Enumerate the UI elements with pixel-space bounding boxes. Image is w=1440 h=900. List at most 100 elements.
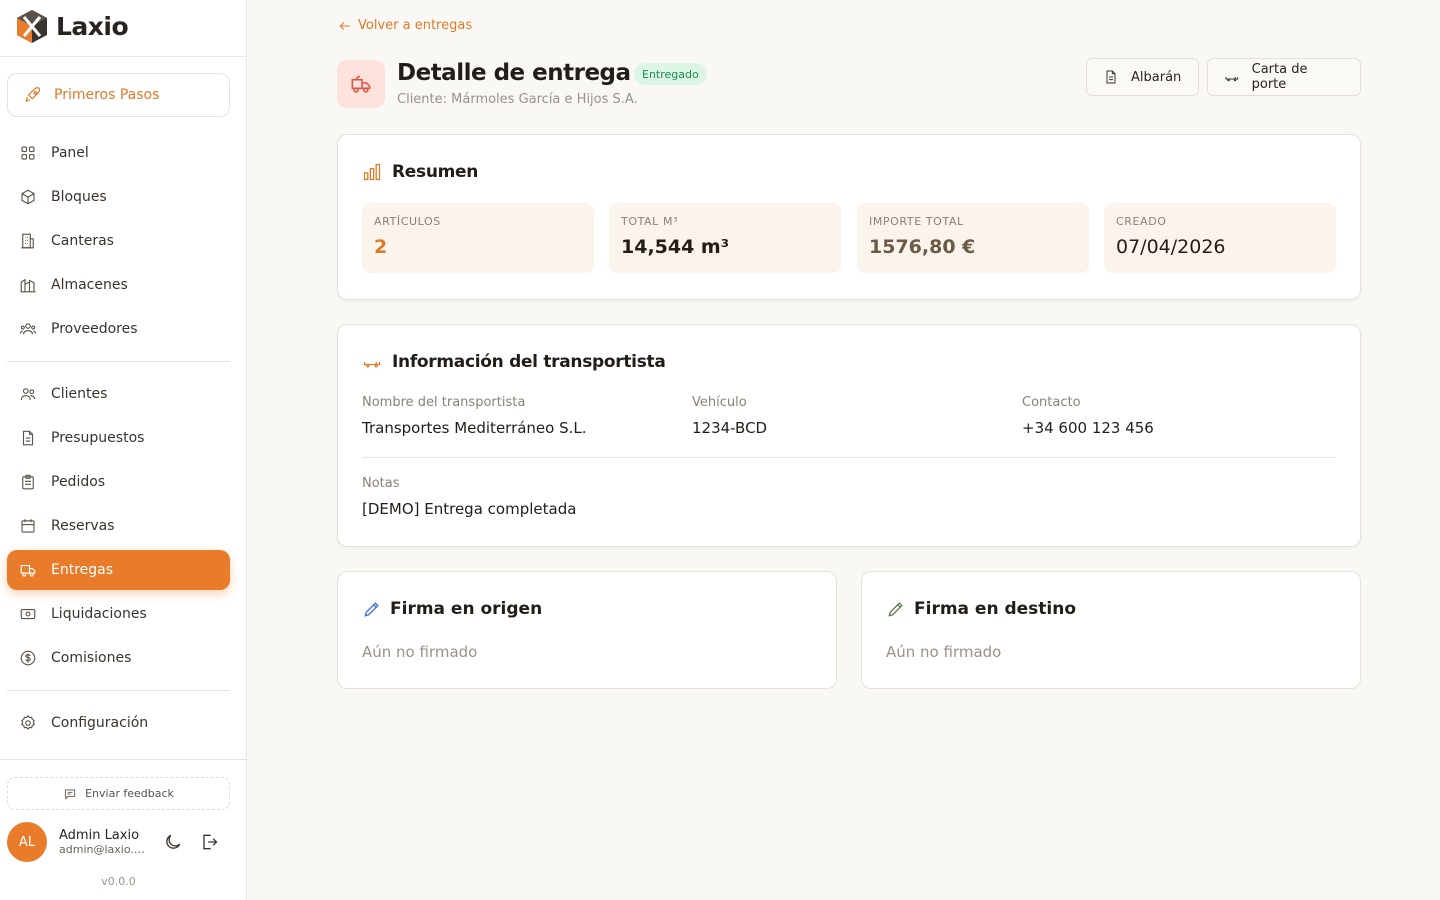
stat-creado: CREADO 07/04/2026 [1104,203,1336,273]
page-title: Detalle de entrega #1 [397,60,673,86]
firma-origen-status: Aún no firmado [362,643,478,661]
sidebar-item-label: Reservas [51,518,115,534]
notes-label: Notas [362,476,400,491]
moon-icon [166,834,181,849]
sidebar-item-label: Clientes [51,386,108,402]
stat-label: TOTAL M³ [621,215,679,228]
pencil-icon [888,602,903,617]
transportista-title-text: Información del transportista [392,352,666,372]
stat-importe-total: IMPORTE TOTAL 1576,80 € [857,203,1089,273]
arrow-left-icon [339,21,350,30]
box-icon [21,189,35,205]
truck-icon [351,75,371,93]
user-group-icon [20,388,36,401]
sidebar-item-label: Liquidaciones [51,606,147,622]
sidebar-item-label: Pedidos [51,474,106,490]
sidebar-item-presupuestos[interactable]: Presupuestos [7,418,230,458]
sidebar-item-almacenes[interactable]: Almacenes [7,265,230,305]
sidebar-item-label: Comisiones [51,650,132,666]
avatar[interactable]: AL [7,822,47,862]
transportista-card: Información del transportista Nombre del… [337,324,1361,547]
contact-label: Contacto [1022,395,1081,410]
sidebar-item-label: Canteras [51,233,114,249]
building-icon [21,233,34,249]
sidebar-item-comisiones[interactable]: Comisiones [7,638,230,678]
resumen-title: Resumen [362,162,478,182]
document-icon [22,430,34,446]
stat-value: 2 [374,236,388,258]
back-label: Volver a entregas [358,18,473,33]
firma-destino-title: Firma en destino [886,599,1076,619]
truck-icon [20,564,36,577]
status-badge: Entregado [634,63,707,85]
resumen-card: Resumen ARTÍCULOS 2 TOTAL M³ 14,544 m³ I… [337,134,1361,300]
carrier-name-value: Transportes Mediterráneo S.L. [362,419,587,437]
sidebar-item-clientes[interactable]: Clientes [7,374,230,414]
users-icon [19,323,37,335]
message-icon [65,788,76,800]
sidebar-item-liquidaciones[interactable]: Liquidaciones [7,594,230,634]
document-icon [1106,70,1116,84]
albaran-button[interactable]: Albarán [1086,58,1199,96]
delivery-header-icon [337,60,385,108]
firma-destino-card: Firma en destino Aún no firmado [861,571,1361,689]
back-link[interactable]: Volver a entregas [338,18,472,33]
user-name: Admin Laxio [59,828,140,843]
carta-porte-button[interactable]: Carta de porte [1207,58,1361,96]
notes-value: [DEMO] Entrega completada [362,500,577,518]
sidebar-item-label: Presupuestos [51,430,145,446]
sidebar-item-pedidos[interactable]: Pedidos [7,462,230,502]
sidebar-item-canteras[interactable]: Canteras [7,221,230,261]
firma-destino-status: Aún no firmado [886,643,1002,661]
clipboard-icon [22,474,34,490]
stat-value: 07/04/2026 [1116,236,1226,258]
warehouse-icon [20,278,36,293]
theme-toggle-button[interactable] [159,828,187,856]
sidebar-item-bloques[interactable]: Bloques [7,177,230,217]
logo[interactable]: Laxio [14,6,129,46]
stat-value: 14,544 m³ [621,236,730,258]
divider [0,56,246,57]
brand-name: Laxio [56,11,129,41]
primeros-pasos-label: Primeros Pasos [54,87,160,103]
stat-label: ARTÍCULOS [374,215,441,228]
logo-icon [17,10,47,43]
user-panel: AL Admin Laxio admin@laxio.a... [7,822,230,862]
sidebar-item-panel[interactable]: Panel [7,133,230,173]
sidebar-item-entregas[interactable]: Entregas [7,550,230,590]
user-info: Admin Laxio admin@laxio.a... [59,828,151,856]
transportista-title: Información del transportista [362,352,666,372]
truck-icon [363,362,381,368]
sidebar-item-label: Configuración [51,715,149,731]
feedback-button[interactable]: Enviar feedback [7,777,230,810]
sidebar: Laxio Primeros Pasos Panel Bloques Cante… [0,0,247,900]
resumen-title-text: Resumen [392,162,479,182]
pencil-icon [364,602,379,617]
rocket-icon [25,87,41,102]
firma-destino-title-text: Firma en destino [914,599,1077,619]
truck-icon [1225,77,1239,82]
sidebar-item-label: Bloques [51,189,107,205]
calendar-icon [21,519,35,533]
stat-label: CREADO [1116,215,1167,228]
bar-chart-icon [363,163,381,181]
gear-icon [21,715,35,730]
stat-label: IMPORTE TOTAL [869,215,964,228]
nav-group-main: Panel Bloques Canteras Almacenes Proveed… [7,133,230,353]
sidebar-item-label: Panel [51,145,89,161]
sidebar-item-reservas[interactable]: Reservas [7,506,230,546]
stat-articulos: ARTÍCULOS 2 [362,203,594,273]
grid-icon [21,146,35,160]
sidebar-item-label: Almacenes [51,277,128,293]
logout-button[interactable] [195,828,223,856]
firma-origen-card: Firma en origen Aún no firmado [337,571,837,689]
vehicle-value: 1234-BCD [692,419,768,437]
app-version: v0.0.0 [101,875,136,888]
firma-origen-title: Firma en origen [362,599,542,619]
sidebar-item-label: Proveedores [51,321,138,337]
divider [0,759,246,760]
divider [362,457,1336,458]
sidebar-item-proveedores[interactable]: Proveedores [7,309,230,349]
primeros-pasos-button[interactable]: Primeros Pasos [7,73,230,117]
sidebar-item-configuracion[interactable]: Configuración [7,703,230,743]
